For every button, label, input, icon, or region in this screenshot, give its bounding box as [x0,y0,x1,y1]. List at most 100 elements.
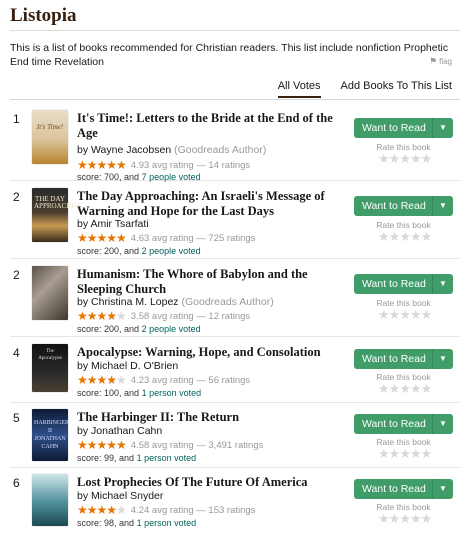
rate-star-icon[interactable]: ★ [389,381,401,396]
score-line: score: 700, and 7 people voted [77,172,201,182]
rate-star-icon[interactable]: ★ [410,381,422,396]
rate-star-icon[interactable]: ★ [410,446,422,461]
tab-add-books[interactable]: Add Books To This List [341,80,453,98]
rate-stars[interactable]: ★★★★★ [378,151,433,167]
rate-star-icon[interactable]: ★ [421,151,433,166]
shelf-dropdown-icon[interactable]: ▼ [432,274,453,294]
author-link[interactable]: Amir Tsarfati [90,218,148,230]
rate-star-icon[interactable]: ★ [378,151,390,166]
rate-star-icon[interactable]: ★ [399,381,411,396]
score-text: score: 98, and [77,518,135,528]
cover-text: THE DAY APPROACHING [34,195,84,210]
rate-star-icon[interactable]: ★ [421,307,433,322]
rating-stars-icon: ★★★★★ [77,438,127,452]
book-title-link[interactable]: The Day Approaching: An Israeli's Messag… [77,189,342,219]
voters-link[interactable]: 2 people voted [142,324,201,334]
book-title-link[interactable]: The Harbinger II: The Return [77,410,342,425]
rate-star-icon[interactable]: ★ [378,446,390,461]
rate-star-icon[interactable]: ★ [399,151,411,166]
rate-star-icon[interactable]: ★ [378,229,390,244]
book-row: 2 THE DAY APPROACHING The Day Approachin… [10,184,460,259]
voters-link[interactable]: 7 people voted [142,172,201,182]
rate-star-icon[interactable]: ★ [389,307,401,322]
rate-star-icon[interactable]: ★ [389,511,401,526]
book-title-link[interactable]: Apocalypse: Warning, Hope, and Consolati… [77,345,342,360]
rating-text: 4.58 avg rating — 3,491 ratings [130,439,264,451]
author-link[interactable]: Michael D. O'Brien [91,360,178,372]
book-cover[interactable] [32,266,68,320]
book-title-link[interactable]: It's Time!: Letters to the Bride at the … [77,111,342,141]
rate-star-icon[interactable]: ★ [399,511,411,526]
book-cover[interactable] [32,474,68,526]
want-to-read-button[interactable]: Want to Read ▼ [354,118,453,138]
voters-link[interactable]: 2 people voted [142,246,201,256]
rating-line: ★★★★★ 4.63 avg rating — 725 ratings [77,231,255,245]
rating-text: 4.93 avg rating — 14 ratings [130,159,251,171]
rating-text: 3.58 avg rating — 12 ratings [130,310,251,322]
rate-star-icon[interactable]: ★ [410,511,422,526]
score-text: score: 100, and [77,388,140,398]
rate-star-icon[interactable]: ★ [421,381,433,396]
book-title-link[interactable]: Lost Prophecies Of The Future Of America [77,475,342,490]
author-link[interactable]: Christina M. Lopez [91,296,179,308]
flag-link[interactable]: ⚑ flag [429,56,452,67]
author-line: by Wayne Jacobsen (Goodreads Author) [77,144,266,156]
rate-star-icon[interactable]: ★ [399,446,411,461]
voters-link[interactable]: 1 person voted [142,388,202,398]
rate-star-icon[interactable]: ★ [389,151,401,166]
rate-star-icon[interactable]: ★ [378,381,390,396]
rating-line: ★★★★★ 4.24 avg rating — 153 ratings [77,503,255,517]
want-to-read-button[interactable]: Want to Read ▼ [354,349,453,369]
book-title-link[interactable]: Humanism: The Whore of Babylon and the S… [77,267,342,297]
rate-star-icon[interactable]: ★ [399,307,411,322]
author-link[interactable]: Michael Snyder [91,490,163,502]
want-to-read-label: Want to Read [362,353,426,365]
tab-all-votes[interactable]: All Votes [277,80,321,98]
want-to-read-button[interactable]: Want to Read ▼ [354,414,453,434]
want-to-read-button[interactable]: Want to Read ▼ [354,479,453,499]
rate-star-icon[interactable]: ★ [389,229,401,244]
book-cover[interactable]: THE DAY APPROACHING [32,188,84,242]
want-to-read-button[interactable]: Want to Read ▼ [354,274,453,294]
author-link[interactable]: Wayne Jacobsen [91,144,171,156]
book-cover[interactable]: It's Time! [32,110,68,164]
rate-star-icon[interactable]: ★ [410,151,422,166]
rate-star-icon[interactable]: ★ [421,229,433,244]
rate-star-icon[interactable]: ★ [421,446,433,461]
rate-star-icon[interactable]: ★ [421,511,433,526]
list-tabs: All Votes Add Books To This List [277,80,453,98]
rate-stars[interactable]: ★★★★★ [378,307,433,323]
rating-text: 4.24 avg rating — 153 ratings [130,504,256,516]
shelf-dropdown-icon[interactable]: ▼ [432,349,453,369]
cover-text: The Apocalypse [38,349,62,361]
rate-star-icon[interactable]: ★ [399,229,411,244]
by-label: by [77,296,89,308]
listopia-page: Listopia This is a list of books recomme… [0,0,470,540]
voters-link[interactable]: 1 person voted [137,453,197,463]
rate-star-icon[interactable]: ★ [410,229,422,244]
score-text: score: 99, and [77,453,135,463]
rate-star-icon[interactable]: ★ [389,446,401,461]
book-cover[interactable]: HARBINGER II JONATHAN CAHN [32,409,70,461]
shelf-dropdown-icon[interactable]: ▼ [432,196,453,216]
rate-stars[interactable]: ★★★★★ [378,446,433,462]
rate-stars[interactable]: ★★★★★ [378,511,433,527]
cover-text: HARBINGER II JONATHAN CAHN [34,420,70,450]
cover-text: It's Time! [36,123,64,131]
rate-stars[interactable]: ★★★★★ [378,229,433,245]
list-description: This is a list of books recommended for … [10,42,449,68]
rate-star-icon[interactable]: ★ [410,307,422,322]
flag-label: flag [439,57,452,66]
rating-stars-icon: ★★★★★ [77,373,127,387]
voters-link[interactable]: 1 person voted [137,518,197,528]
author-link[interactable]: Jonathan Cahn [91,425,162,437]
rate-star-icon[interactable]: ★ [378,511,390,526]
shelf-dropdown-icon[interactable]: ▼ [432,479,453,499]
book-cover[interactable]: The Apocalypse [32,344,68,392]
want-to-read-button[interactable]: Want to Read ▼ [354,196,453,216]
rate-star-icon[interactable]: ★ [378,307,390,322]
rate-stars[interactable]: ★★★★★ [378,381,433,397]
shelf-dropdown-icon[interactable]: ▼ [432,118,453,138]
shelf-dropdown-icon[interactable]: ▼ [432,414,453,434]
author-line: by Jonathan Cahn [77,425,162,437]
